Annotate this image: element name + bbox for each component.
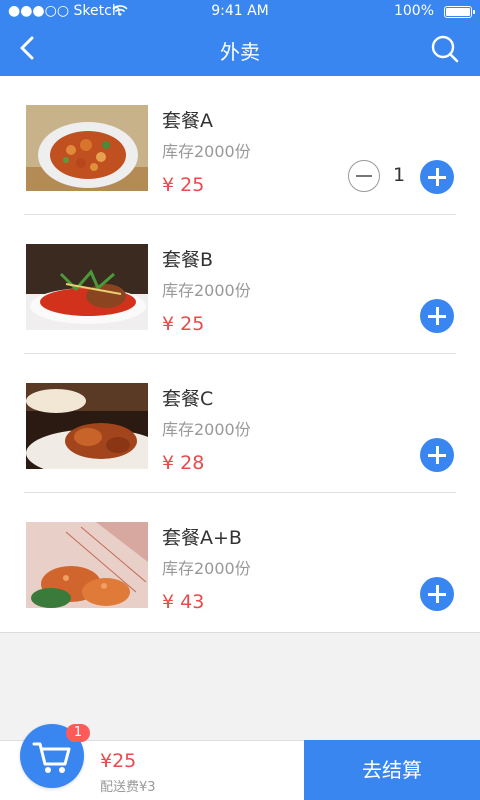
product-price: ¥ 25	[162, 174, 205, 196]
product-price: ¥ 25	[162, 313, 205, 335]
product-name: 套餐B	[162, 249, 214, 271]
search-icon[interactable]	[430, 34, 460, 64]
page-title: 外卖	[220, 40, 260, 64]
battery-percent: 100%	[393, 3, 434, 19]
product-stock: 库存2000份	[162, 420, 251, 439]
minus-icon[interactable]	[348, 160, 380, 192]
cart-total: ¥25	[100, 750, 137, 772]
product-image	[26, 244, 148, 330]
plus-icon[interactable]	[420, 438, 454, 472]
product-image	[26, 105, 148, 191]
product-stock: 库存2000份	[162, 559, 251, 578]
plus-icon[interactable]	[420, 160, 454, 194]
cart-badge: 1	[66, 724, 90, 742]
product-price: ¥ 28	[162, 452, 205, 474]
product-image	[26, 522, 148, 608]
quantity-value: 1	[392, 164, 406, 186]
battery-icon	[444, 6, 475, 18]
product-name: 套餐A	[162, 110, 213, 132]
status-bar: ●●●○○ Sketch 9:41 AM 100%	[0, 0, 480, 24]
list-item: 套餐A 库存2000份 ¥ 25 1	[24, 76, 456, 215]
plus-icon[interactable]	[420, 577, 454, 611]
plus-icon[interactable]	[420, 299, 454, 333]
list-item: 套餐B 库存2000份 ¥ 25	[24, 215, 456, 354]
app-header: ●●●○○ Sketch 9:41 AM 100% 外卖	[0, 0, 480, 76]
product-price: ¥ 43	[162, 591, 205, 613]
delivery-fee: 配送费¥3	[100, 780, 156, 795]
product-image	[26, 383, 148, 469]
product-stock: 库存2000份	[162, 142, 251, 161]
product-name: 套餐C	[162, 388, 214, 410]
list-item: 套餐C 库存2000份 ¥ 28	[24, 354, 456, 493]
product-list: 套餐A 库存2000份 ¥ 25 1 套餐B 库存2000份 ¥ 25 套餐C …	[0, 76, 480, 633]
list-item: 套餐A+B 库存2000份 ¥ 43	[24, 493, 456, 632]
checkout-button[interactable]: 去结算	[304, 740, 480, 800]
product-stock: 库存2000份	[162, 281, 251, 300]
product-name: 套餐A+B	[162, 527, 242, 549]
